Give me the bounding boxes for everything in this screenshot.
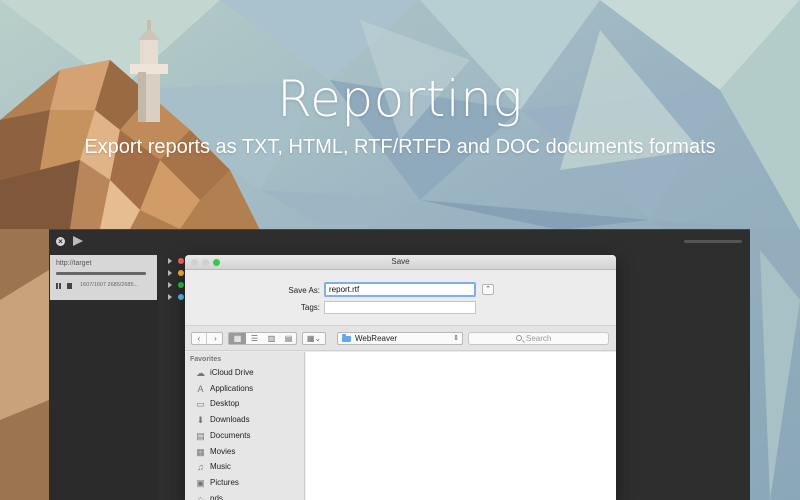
sidebar-item-label: Movies (210, 446, 236, 456)
hero-title: Reporting (277, 70, 523, 128)
movies-icon: ▦ (196, 446, 205, 457)
back-button[interactable]: ‹ (192, 333, 207, 344)
browser-toolbar: ‹ › ▦ ☰ ▥ ▤ ▦⌄ WebReaver ⇕ Search (185, 325, 616, 351)
status-dot-icon (178, 282, 184, 288)
sidebar-item-applications[interactable]: A Applications (195, 383, 303, 395)
nav-buttons: ‹ › (191, 332, 223, 345)
hero-subtitle: Export reports as TXT, HTML, RTF/RTFD an… (84, 136, 716, 158)
app-toolbar: × (49, 230, 750, 252)
target-card[interactable]: http://target 1607/1607 2685/2685... (50, 255, 157, 300)
disclosure-triangle-icon[interactable] (168, 258, 172, 264)
forward-button[interactable]: › (208, 333, 223, 344)
sidebar-item-icloud-drive[interactable]: ☁ iCloud Drive (195, 367, 303, 379)
progress-fill (56, 272, 146, 275)
sidebar-item-label: pds (210, 493, 223, 500)
applications-icon: A (197, 383, 204, 394)
sidebar-item-label: Music (210, 462, 231, 472)
target-url: http://target (56, 260, 92, 267)
search-placeholder: Search (526, 334, 552, 343)
sidebar-item-movies[interactable]: ▦ Movies (195, 446, 303, 458)
music-icon: ♫ (197, 462, 204, 473)
tags-label: Tags: (300, 303, 320, 312)
coverflow-view-button[interactable]: ▤ (280, 333, 297, 344)
icon-view-button[interactable]: ▦ (229, 333, 246, 344)
disclosure-triangle-icon[interactable] (168, 294, 172, 300)
sidebar-item-label: Desktop (210, 399, 240, 409)
save-dialog: Save Save As: ⌃ Tags: ‹ › ▦ ☰ ▥ ▤ ▦⌄ Web… (185, 255, 616, 500)
desktop-icon: ▭ (196, 399, 205, 410)
file-browser-area[interactable] (306, 352, 616, 500)
sidebar-item-label: Pictures (210, 477, 239, 487)
tags-input[interactable] (324, 301, 476, 314)
sidebar-item-label: iCloud Drive (210, 368, 254, 377)
dialog-titlebar: Save (185, 255, 616, 270)
column-view-button[interactable]: ▥ (263, 333, 280, 344)
save-as-input[interactable] (324, 282, 476, 297)
status-dot-icon (178, 258, 184, 264)
target-stats: 1607/1607 2685/2685... (80, 282, 139, 288)
sidebar-item-desktop[interactable]: ▭ Desktop (195, 398, 303, 410)
dialog-title: Save (391, 257, 410, 266)
stop-icon[interactable] (67, 283, 72, 289)
close-icon[interactable]: × (56, 237, 65, 246)
location-select[interactable]: WebReaver ⇕ (337, 332, 463, 345)
sidebar-item-pictures[interactable]: ▣ Pictures (195, 477, 303, 489)
target-progress-bar (56, 272, 146, 275)
location-value: WebReaver (355, 334, 398, 343)
search-input[interactable]: Search (468, 332, 609, 345)
sidebar-item-downloads[interactable]: ⬇ Downloads (195, 414, 303, 426)
targets-sidebar: http://target 1607/1607 2685/2685... (49, 255, 158, 500)
sidebar-item-pds[interactable]: ⌂ pds (195, 493, 303, 500)
favorites-sidebar: Favorites ☁ iCloud Drive A Applications ▭ Des… (185, 352, 305, 500)
sidebar-item-documents[interactable]: ▤ Documents (195, 430, 303, 442)
folder-icon (342, 334, 351, 342)
favorites-heading: Favorites (190, 356, 222, 363)
status-dot-icon (178, 294, 184, 300)
view-mode-buttons: ▦ ☰ ▥ ▤ (228, 332, 297, 345)
status-dot-icon (178, 270, 184, 276)
sidebar-item-label: Applications (210, 383, 254, 393)
sidebar-item-label: Downloads (210, 415, 250, 425)
expand-dialog-button[interactable]: ⌃ (482, 284, 494, 295)
arrange-button[interactable]: ▦⌄ (302, 332, 326, 345)
documents-icon: ▤ (196, 430, 205, 441)
pause-icon[interactable] (56, 283, 61, 289)
play-icon[interactable] (73, 236, 83, 246)
list-view-button[interactable]: ☰ (246, 333, 263, 344)
arrange-icon: ▦⌄ (306, 334, 322, 343)
sidebar-item-label: Documents (210, 430, 251, 440)
save-as-label: Save As: (288, 286, 320, 295)
pictures-icon: ▣ (196, 477, 205, 488)
sidebar-item-music[interactable]: ♫ Music (195, 461, 303, 473)
disclosure-triangle-icon[interactable] (168, 270, 172, 276)
disclosure-triangle-icon[interactable] (168, 282, 172, 288)
toolbar-indicator (684, 240, 742, 243)
chevron-updown-icon: ⇕ (453, 335, 459, 342)
pds-icon: ⌂ (197, 493, 204, 500)
search-icon (516, 335, 522, 341)
icloud-drive-icon: ☁ (196, 368, 205, 378)
downloads-icon: ⬇ (196, 415, 205, 426)
